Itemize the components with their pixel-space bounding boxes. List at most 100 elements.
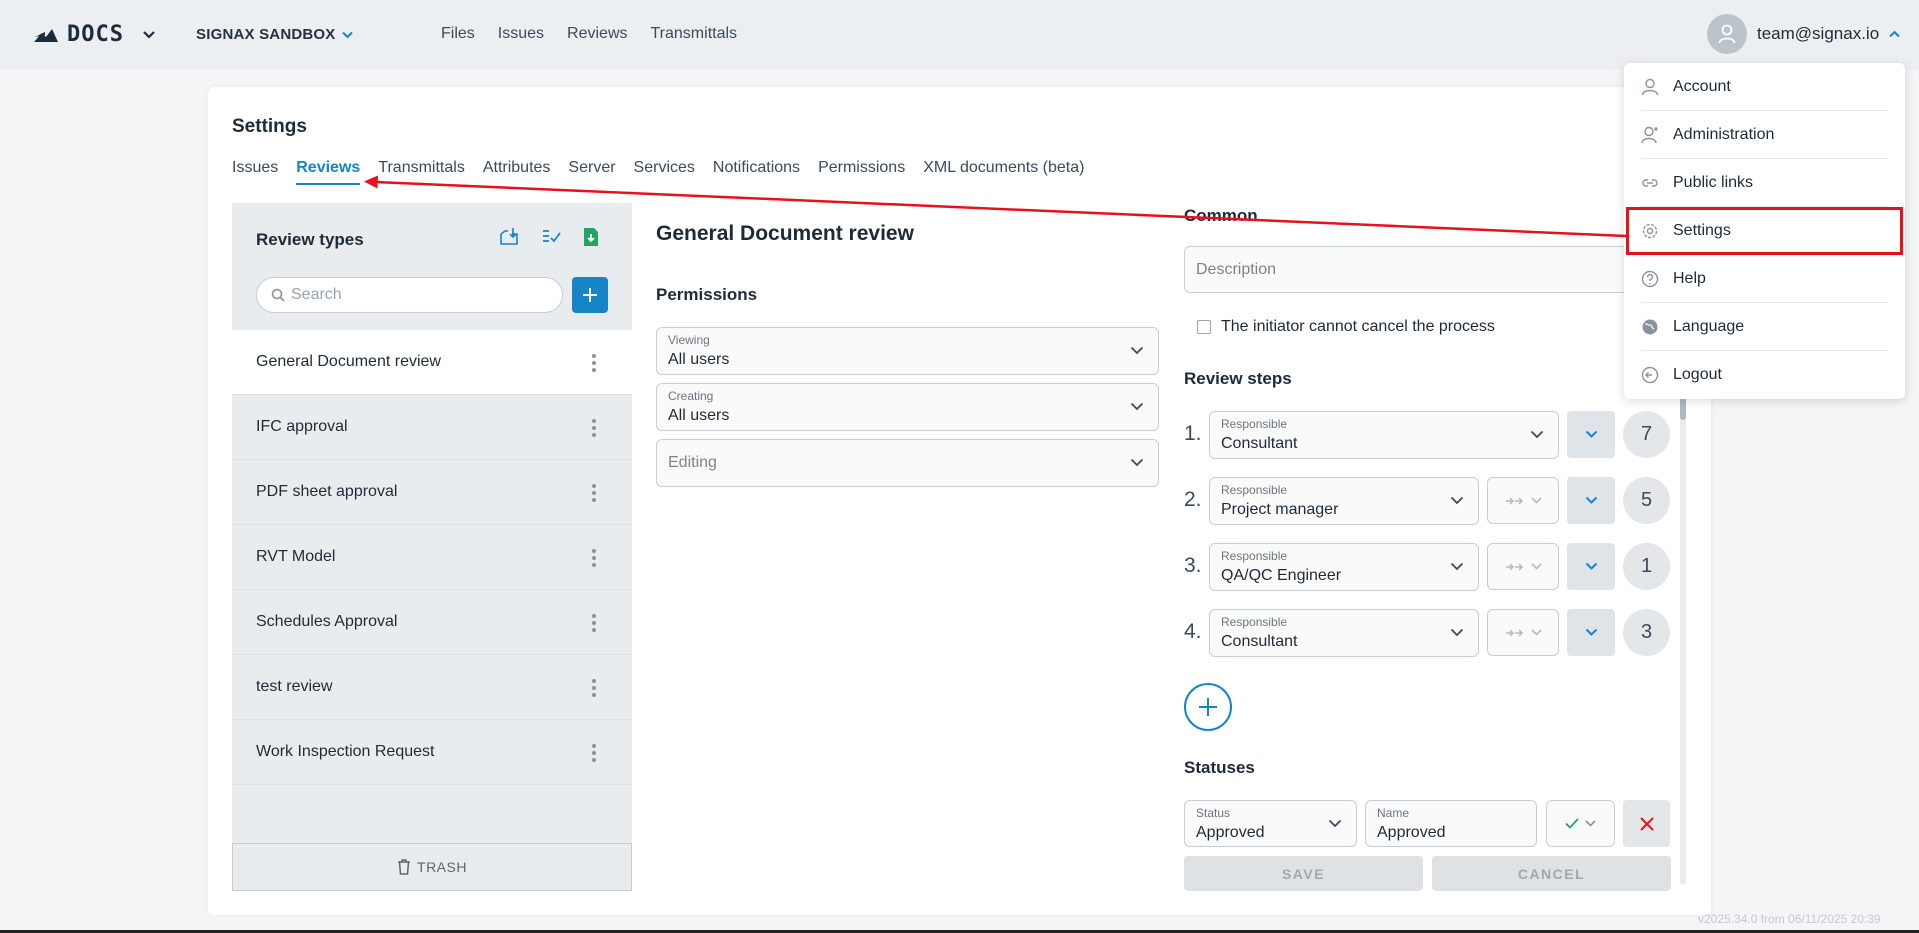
nav-reviews[interactable]: Reviews xyxy=(567,25,627,43)
settings-highlight-box xyxy=(1626,207,1903,255)
step-count-badge: 7 xyxy=(1623,411,1670,458)
search-placeholder: Search xyxy=(291,286,342,303)
list-item-label: PDF sheet approval xyxy=(256,483,398,500)
step-transition-select[interactable] xyxy=(1487,477,1559,524)
responsible-label: Responsible xyxy=(1221,417,1288,431)
chevron-down-icon xyxy=(1450,628,1464,637)
status-select[interactable]: Status Approved xyxy=(1184,800,1357,847)
transition-arrow-icon xyxy=(1505,562,1523,571)
status-name-field[interactable]: Name Approved xyxy=(1365,800,1537,847)
step-responsible-select[interactable]: Responsible Consultant xyxy=(1209,411,1559,459)
menu-item-logout[interactable]: Logout xyxy=(1641,351,1888,399)
tab-permissions[interactable]: Permissions xyxy=(818,159,905,185)
add-step-button[interactable] xyxy=(1184,683,1232,731)
menu-item-language[interactable]: Language xyxy=(1641,303,1888,351)
chevron-down-icon xyxy=(1530,430,1544,439)
list-item[interactable]: General Document review xyxy=(232,330,632,395)
add-review-type-button[interactable] xyxy=(572,277,608,313)
viewing-select[interactable]: Viewing All users xyxy=(656,327,1159,375)
permissions-title: Permissions xyxy=(656,285,758,304)
tab-services[interactable]: Services xyxy=(634,159,695,185)
list-item[interactable]: Schedules Approval xyxy=(232,590,632,655)
user-menu-toggle[interactable]: team@signax.io xyxy=(1707,14,1900,54)
creating-value: All users xyxy=(668,407,730,424)
tab-xml-documents[interactable]: XML documents (beta) xyxy=(923,159,1084,185)
step-expand-button[interactable] xyxy=(1567,543,1615,590)
editing-placeholder: Editing xyxy=(668,454,717,471)
top-nav: Files Issues Reviews Transmittals xyxy=(441,25,737,43)
step-expand-button[interactable] xyxy=(1567,477,1615,524)
import-icon[interactable] xyxy=(499,227,519,247)
chevron-down-icon xyxy=(341,31,353,38)
nav-transmittals[interactable]: Transmittals xyxy=(651,25,738,43)
chevron-down-icon[interactable] xyxy=(142,30,156,40)
initiator-cancel-checkbox[interactable] xyxy=(1197,320,1211,334)
chevron-down-icon xyxy=(1585,628,1597,636)
tab-transmittals[interactable]: Transmittals xyxy=(378,159,465,185)
cancel-button[interactable]: CANCEL xyxy=(1432,856,1671,891)
more-icon[interactable] xyxy=(592,484,596,502)
more-icon[interactable] xyxy=(592,354,596,372)
viewing-value: All users xyxy=(668,351,730,368)
delete-status-button[interactable] xyxy=(1623,800,1670,847)
more-icon[interactable] xyxy=(592,419,596,437)
menu-item-account[interactable]: Account xyxy=(1641,63,1888,111)
tab-notifications[interactable]: Notifications xyxy=(713,159,800,185)
menu-item-help[interactable]: Help xyxy=(1641,255,1888,303)
step-number: 2. xyxy=(1184,488,1202,511)
project-selector[interactable]: SIGNAX SANDBOX xyxy=(196,26,353,43)
editing-select[interactable]: Editing xyxy=(656,439,1159,487)
search-icon xyxy=(271,288,285,302)
initiator-cancel-option: The initiator cannot cancel the process xyxy=(1197,318,1495,336)
step-responsible-select[interactable]: Responsible Consultant xyxy=(1209,609,1479,657)
search-input[interactable]: Search xyxy=(256,277,563,313)
more-icon[interactable] xyxy=(592,679,596,697)
description-field[interactable]: Description xyxy=(1184,246,1684,293)
review-steps-title: Review steps xyxy=(1184,369,1292,388)
tab-reviews[interactable]: Reviews xyxy=(296,159,361,185)
list-item[interactable]: Work Inspection Request xyxy=(232,720,632,785)
status-value: Approved xyxy=(1196,824,1265,841)
chevron-down-icon xyxy=(1450,562,1464,571)
tab-attributes[interactable]: Attributes xyxy=(483,159,551,185)
creating-select[interactable]: Creating All users xyxy=(656,383,1159,431)
transition-arrow-icon xyxy=(1505,628,1523,637)
nav-issues[interactable]: Issues xyxy=(498,25,544,43)
step-transition-select[interactable] xyxy=(1487,543,1559,590)
user-icon xyxy=(1641,78,1659,95)
list-item[interactable]: IFC approval xyxy=(232,395,632,460)
export-excel-icon[interactable] xyxy=(583,227,599,247)
list-item[interactable]: RVT Model xyxy=(232,525,632,590)
chevron-down-icon xyxy=(1585,820,1596,827)
creating-label: Creating xyxy=(668,389,714,403)
status-result-select[interactable] xyxy=(1546,800,1615,847)
step-expand-button[interactable] xyxy=(1567,609,1615,656)
menu-item-administration[interactable]: Administration xyxy=(1641,111,1888,159)
plus-icon xyxy=(1199,698,1217,716)
more-icon[interactable] xyxy=(592,549,596,567)
trash-label: TRASH xyxy=(417,859,467,875)
list-item-label: General Document review xyxy=(256,353,441,370)
tab-server[interactable]: Server xyxy=(568,159,615,185)
trash-button[interactable]: TRASH xyxy=(232,843,632,891)
step-number: 1. xyxy=(1184,422,1202,445)
tab-issues[interactable]: Issues xyxy=(232,159,278,185)
app-logo[interactable]: DOCS xyxy=(33,22,156,47)
step-transition-select[interactable] xyxy=(1487,609,1559,656)
menu-item-label: Account xyxy=(1673,77,1731,95)
more-icon[interactable] xyxy=(592,744,596,762)
nav-files[interactable]: Files xyxy=(441,25,475,43)
scrollbar-track[interactable] xyxy=(1680,395,1686,885)
step-expand-button[interactable] xyxy=(1567,411,1615,458)
checklist-icon[interactable] xyxy=(541,227,561,247)
step-responsible-select[interactable]: Responsible QA/QC Engineer xyxy=(1209,543,1479,591)
list-item[interactable]: PDF sheet approval xyxy=(232,460,632,525)
step-responsible-select[interactable]: Responsible Project manager xyxy=(1209,477,1479,525)
initiator-cancel-label: The initiator cannot cancel the process xyxy=(1221,318,1495,335)
save-button[interactable]: SAVE xyxy=(1184,856,1423,891)
more-icon[interactable] xyxy=(592,614,596,632)
chevron-down-icon xyxy=(1585,562,1597,570)
list-item-label: IFC approval xyxy=(256,418,348,435)
menu-item-public-links[interactable]: Public links xyxy=(1641,159,1888,207)
list-item[interactable]: test review xyxy=(232,655,632,720)
